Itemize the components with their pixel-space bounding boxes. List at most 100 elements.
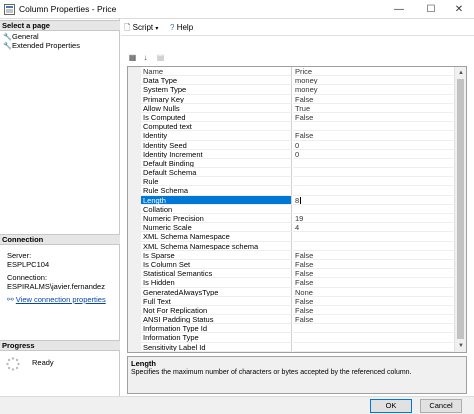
window-title: Column Properties - Price	[19, 4, 117, 14]
property-row[interactable]: Rule	[128, 177, 466, 187]
progress-spinner-icon	[6, 357, 20, 371]
property-value[interactable]	[293, 122, 453, 132]
property-value[interactable]: False	[293, 95, 453, 104]
property-row[interactable]: Collation	[128, 204, 466, 214]
property-row[interactable]: XML Schema Namespace schema	[128, 241, 466, 251]
property-row[interactable]: Identity Increment 0	[128, 149, 466, 159]
property-value[interactable]: 8	[293, 195, 453, 205]
scroll-up-icon[interactable]: ▲	[455, 67, 466, 79]
property-value[interactable]	[293, 324, 453, 334]
property-value[interactable]	[293, 177, 453, 187]
cancel-button[interactable]: Cancel	[420, 399, 462, 413]
property-row[interactable]: Default Schema	[128, 168, 466, 178]
property-value[interactable]	[293, 205, 453, 214]
property-value[interactable]: False	[293, 113, 453, 123]
maximize-button[interactable]: ☐	[416, 0, 446, 19]
property-value[interactable]	[293, 242, 453, 251]
property-value[interactable]: False	[293, 251, 453, 260]
property-row[interactable]: Rule Schema	[128, 186, 466, 196]
property-value[interactable]: False	[293, 315, 453, 325]
property-row[interactable]: Numeric Precision 19	[128, 214, 466, 224]
script-button[interactable]: 🗋 Script ▾	[124, 22, 158, 33]
property-row[interactable]: ANSI Padding Status False	[128, 315, 466, 325]
grid-header-row: Name Price	[128, 67, 466, 77]
property-row[interactable]: Statistical Semantics False	[128, 269, 466, 279]
property-name: Computed text	[141, 122, 292, 132]
minimize-button[interactable]: —	[384, 0, 414, 19]
property-value[interactable]: False	[293, 260, 453, 270]
property-row[interactable]: Data Type money	[128, 76, 466, 86]
categorized-icon[interactable]: ▦	[127, 51, 138, 62]
property-value[interactable]: 0	[293, 141, 453, 150]
property-name: Identity	[141, 131, 292, 141]
property-value[interactable]	[293, 159, 453, 169]
property-value[interactable]: 0	[293, 150, 453, 159]
row-gutter	[128, 250, 141, 260]
property-row[interactable]: Allow Nulls True	[128, 103, 466, 113]
help-button[interactable]: ? Help	[170, 22, 193, 33]
property-value[interactable]	[293, 232, 453, 242]
property-row[interactable]: Numeric Scale 4	[128, 223, 466, 233]
property-row[interactable]: Is Hidden False	[128, 278, 466, 288]
property-row[interactable]: Full Text False	[128, 296, 466, 306]
property-value[interactable]: None	[293, 288, 453, 297]
property-row[interactable]: Sensitivity Label Id	[128, 342, 466, 352]
property-row[interactable]: Default Binding	[128, 158, 466, 169]
page-extended-properties[interactable]: 🔧Extended Properties	[3, 41, 80, 51]
property-row[interactable]: Is Sparse False	[128, 250, 466, 260]
property-value[interactable]: True	[293, 104, 453, 113]
property-row[interactable]: XML Schema Namespace	[128, 232, 466, 242]
property-name: Is Computed	[141, 112, 292, 123]
close-button[interactable]: ✕	[444, 0, 474, 19]
row-gutter	[128, 278, 141, 288]
property-row[interactable]: Is Computed False	[128, 112, 466, 123]
property-value[interactable]: money	[293, 76, 453, 86]
property-row[interactable]: Not For Replication False	[128, 305, 466, 316]
property-value[interactable]: False	[293, 278, 453, 288]
property-value[interactable]	[293, 186, 453, 196]
property-row[interactable]: Information Type	[128, 333, 466, 343]
row-gutter	[128, 287, 141, 297]
property-name: Rule	[141, 177, 292, 187]
row-gutter	[128, 122, 141, 132]
property-value[interactable]: 4	[293, 223, 453, 233]
property-value[interactable]: False	[293, 297, 453, 306]
property-name: Is Sparse	[141, 250, 292, 260]
script-icon: 🗋	[124, 23, 131, 32]
view-connection-properties[interactable]: ⚯ View connection properties	[7, 295, 106, 305]
property-value[interactable]: False	[293, 269, 453, 279]
scroll-down-icon[interactable]: ▼	[455, 340, 466, 352]
property-value[interactable]	[293, 343, 453, 352]
property-name: Identity Increment	[141, 149, 292, 159]
property-row[interactable]: GeneratedAlwaysType None	[128, 287, 466, 297]
property-row[interactable]: Identity Seed 0	[128, 140, 466, 150]
description-title: Length	[131, 359, 156, 368]
property-value[interactable]: False	[293, 131, 453, 141]
property-row[interactable]: Information Type Id	[128, 324, 466, 334]
select-page-header: Select a page	[0, 20, 120, 31]
property-name: Collation	[141, 204, 292, 214]
property-row[interactable]: Identity False	[128, 131, 466, 141]
description-panel: Length Specifies the maximum number of c…	[127, 356, 467, 394]
ok-button[interactable]: OK	[370, 399, 412, 413]
view-connection-link[interactable]: View connection properties	[16, 295, 106, 304]
property-value[interactable]	[293, 333, 453, 343]
property-value[interactable]	[293, 168, 453, 178]
property-name: Primary Key	[141, 94, 292, 104]
grid-scrollbar[interactable]: ▲ ▼	[454, 67, 466, 352]
property-row[interactable]: Length 8	[128, 195, 466, 205]
property-name: Data Type	[141, 76, 292, 86]
property-pages-icon[interactable]: ▤	[155, 51, 166, 62]
property-name: GeneratedAlwaysType	[141, 287, 292, 297]
property-row[interactable]: Is Column Set False	[128, 259, 466, 270]
property-row[interactable]: Computed text	[128, 122, 466, 132]
property-row[interactable]: System Type money	[128, 85, 466, 95]
scroll-thumb[interactable]	[457, 79, 464, 339]
alphabetical-sort-icon[interactable]: ↓	[140, 51, 151, 62]
property-value[interactable]: money	[293, 85, 453, 95]
property-row[interactable]: Primary Key False	[128, 94, 466, 104]
property-name: Information Type	[141, 333, 292, 343]
property-value[interactable]: 19	[293, 214, 453, 224]
row-gutter	[128, 342, 141, 352]
property-value[interactable]: False	[293, 306, 453, 316]
